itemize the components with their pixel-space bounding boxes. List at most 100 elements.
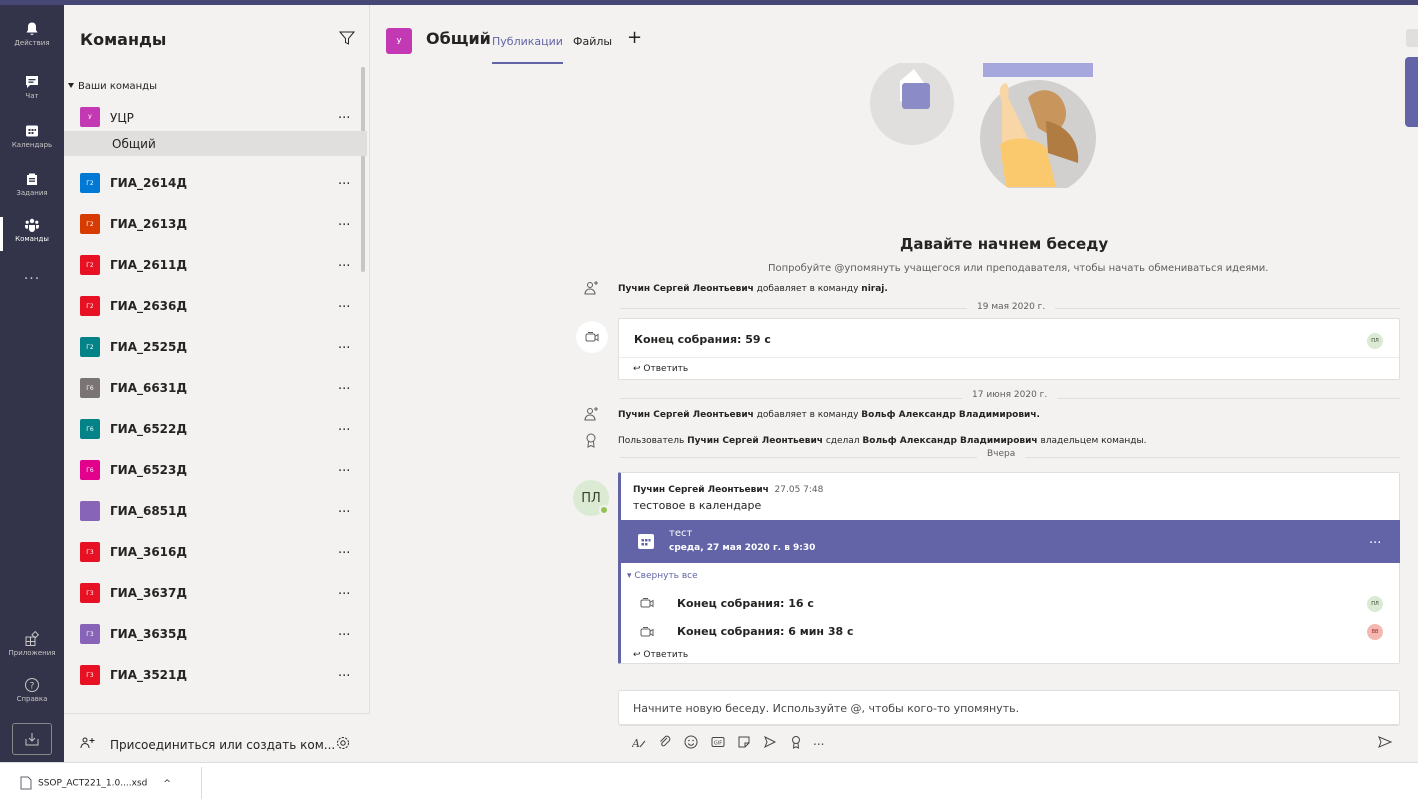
team-item[interactable]: Г6 ГИА_6631Д... — [64, 368, 370, 409]
team-item[interactable]: Г6 ГИА_6523Д... — [64, 450, 370, 491]
gear-icon[interactable] — [336, 736, 350, 750]
reply-meeting-title: Конец собрания: 16 с — [677, 597, 814, 610]
meeting-icon — [640, 627, 654, 637]
event-card[interactable]: тест среда, 27 мая 2020 г. в 9:30 ... — [621, 520, 1400, 563]
more-options-button[interactable]: ... — [338, 665, 350, 680]
rail-label: Календарь — [11, 141, 53, 149]
reply-button[interactable]: ↩ Ответить — [633, 650, 688, 660]
event-more-button[interactable]: ... — [1369, 532, 1381, 547]
team-item[interactable]: Г2 ГИА_2613Д... — [64, 204, 370, 245]
sticker-icon[interactable] — [737, 735, 751, 749]
teams-panel: Команды Ваши команды У УЦР ... Общий Г2 Г… — [64, 5, 370, 762]
header-side-button[interactable] — [1406, 29, 1418, 47]
rail-help[interactable]: ? Справка — [0, 671, 64, 719]
post-meta: Пучин Сергей Леонтьевич 27.05 7:48 — [633, 485, 823, 495]
rail-label: Приложения — [8, 649, 56, 657]
more-options-button[interactable]: ... — [338, 296, 350, 311]
download-filename: SSOP_ACT221_1.0....xsd — [38, 778, 148, 789]
tab-posts[interactable]: Публикации — [492, 35, 563, 64]
reply-button[interactable]: ↩ Ответить — [633, 364, 688, 374]
team-avatar: Г2 — [80, 337, 100, 357]
target-name[interactable]: niraj. — [861, 284, 888, 294]
rail-label: Чат — [25, 92, 39, 100]
filter-icon[interactable] — [338, 29, 356, 47]
more-options-button[interactable]: ... — [338, 419, 350, 434]
more-options-button[interactable]: ... — [338, 460, 350, 475]
tab-files[interactable]: Файлы — [573, 35, 612, 48]
more-options-button[interactable]: ... — [338, 501, 350, 516]
send-icon[interactable] — [1378, 735, 1392, 749]
rail-assignments[interactable]: Задания — [0, 165, 64, 213]
add-tab-button[interactable]: + — [627, 27, 642, 48]
team-item[interactable]: Г3 ГИА_3637Д... — [64, 573, 370, 614]
more-options-button[interactable]: ... — [338, 542, 350, 557]
more-options-button[interactable]: ... — [338, 583, 350, 598]
rail-chat[interactable]: Чат — [0, 68, 64, 116]
help-icon: ? — [25, 678, 39, 692]
meeting-card[interactable]: Конец собрания: 59 с ПЛ ↩ Ответить — [618, 318, 1400, 380]
more-options-button[interactable]: ... — [338, 214, 350, 229]
svg-text:GIF: GIF — [714, 740, 722, 746]
meet-now-icon[interactable] — [763, 735, 777, 749]
emoji-icon[interactable] — [684, 735, 698, 749]
system-action: сделал — [822, 436, 863, 446]
team-item[interactable]: Г2 ГИА_2614Д... — [64, 163, 370, 204]
team-item[interactable]: ГИА_6851Д... — [64, 491, 370, 532]
format-icon[interactable]: A — [632, 735, 646, 749]
more-options-button[interactable]: ... — [338, 255, 350, 270]
download-app-button[interactable] — [12, 723, 52, 755]
your-teams-section[interactable]: Ваши команды — [68, 81, 157, 92]
participant-avatar: ПЛ — [1367, 596, 1383, 612]
team-item[interactable]: Г3 ГИА_3635Д... — [64, 614, 370, 655]
collapse-all-button[interactable]: ▾ Свернуть все — [627, 571, 698, 581]
more-tools-button[interactable]: ... — [813, 734, 824, 748]
actor-name[interactable]: Пучин Сергей Леонтьевич — [618, 284, 754, 294]
more-options-button[interactable]: ... — [338, 378, 350, 393]
rail-teams[interactable]: Команды — [0, 211, 64, 259]
post-author[interactable]: Пучин Сергей Леонтьевич — [633, 485, 769, 495]
rail-label: Задания — [16, 189, 48, 197]
team-item[interactable]: Г2 ГИА_2611Д... — [64, 245, 370, 286]
attach-icon[interactable] — [658, 735, 672, 749]
teams-icon — [25, 218, 39, 232]
team-item[interactable]: Г3 ГИА_3521Д... — [64, 655, 370, 696]
post-card[interactable]: Пучин Сергей Леонтьевич 27.05 7:48 тесто… — [618, 472, 1400, 664]
actor-name[interactable]: Пучин Сергей Леонтьевич — [618, 410, 754, 420]
post-text: тестовое в календаре — [633, 499, 762, 512]
team-name: ГИА_2611Д — [110, 258, 188, 272]
reply-label: Ответить — [643, 364, 689, 374]
more-options-button[interactable]: ... — [338, 337, 350, 352]
compose-box[interactable]: Начните новую беседу. Используйте @, что… — [618, 690, 1400, 726]
team-item[interactable]: Г6 ГИА_6522Д... — [64, 409, 370, 450]
download-item[interactable]: SSOP_ACT221_1.0....xsd ^ — [20, 776, 171, 790]
rail-more-button[interactable]: ... — [0, 267, 64, 283]
team-avatar: Г3 — [80, 583, 100, 603]
system-message: Пользователь Пучин Сергей Леонтьевич сде… — [618, 436, 1147, 446]
channel-item-general[interactable]: Общий — [64, 131, 367, 156]
team-avatar: Г3 — [80, 624, 100, 644]
join-create-bar[interactable]: Присоединиться или создать ком... — [64, 713, 370, 762]
team-item-ucr[interactable]: У УЦР ... — [64, 101, 370, 131]
team-item[interactable]: Г2 ГИА_2636Д... — [64, 286, 370, 327]
gif-icon[interactable]: GIF — [711, 735, 725, 749]
target-name[interactable]: Вольф Александр Владимирович — [862, 436, 1037, 446]
rail-apps[interactable]: Приложения — [0, 625, 64, 673]
target-name[interactable]: Вольф Александр Владимирович. — [861, 410, 1040, 420]
rail-calendar[interactable]: Календарь — [0, 117, 64, 165]
chevron-up-icon[interactable]: ^ — [163, 779, 171, 789]
rail-label: Справка — [16, 695, 48, 703]
team-avatar: Г3 — [80, 665, 100, 685]
app-rail: Действия Чат Календарь Задания Команды .… — [0, 5, 64, 762]
side-panel-toggle[interactable] — [1405, 57, 1418, 127]
rail-activity[interactable]: Действия — [0, 15, 64, 63]
team-item[interactable]: Г2 ГИА_2525Д... — [64, 327, 370, 368]
more-options-button[interactable]: ... — [338, 624, 350, 639]
praise-icon[interactable] — [789, 735, 803, 749]
actor-name[interactable]: Пучин Сергей Леонтьевич — [687, 436, 823, 446]
team-item[interactable]: Г3 ГИА_3616Д... — [64, 532, 370, 573]
participant-avatar: ПЛ — [1367, 333, 1383, 349]
more-options-button[interactable]: ... — [338, 107, 350, 122]
team-avatar: Г2 — [80, 173, 100, 193]
more-options-button[interactable]: ... — [338, 173, 350, 188]
teams-title: Команды — [80, 30, 167, 49]
